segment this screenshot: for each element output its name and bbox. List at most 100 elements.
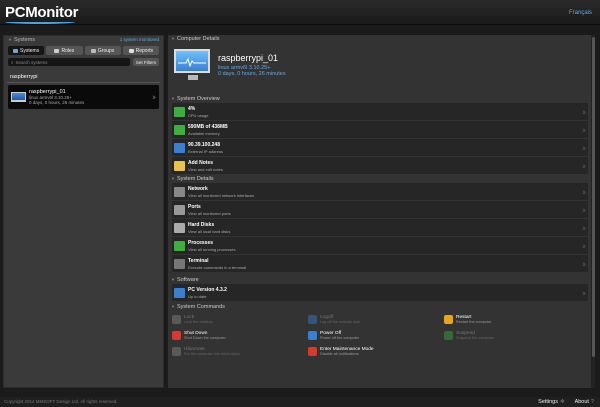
- command-restart[interactable]: Restart Restart the computer: [444, 313, 580, 325]
- scrollbar[interactable]: [591, 35, 595, 388]
- list-item[interactable]: 590MB of 438MB Available memory ›››: [172, 121, 588, 138]
- chevron-right-icon: ›››: [582, 143, 586, 152]
- row-title: 590MB of 438MB: [188, 123, 228, 130]
- command-maintenance[interactable]: Enter Maintenance Mode Disable all notifi…: [308, 345, 444, 357]
- row-subtitle: View and edit notes: [188, 166, 223, 172]
- system-details-title: ▼ System Details: [171, 176, 214, 182]
- monitor-icon: [13, 48, 19, 53]
- search-icon: ⌕: [11, 59, 14, 65]
- software-icon: [174, 287, 185, 298]
- command-subtitle: Disable all notifications: [320, 351, 359, 356]
- system-overview-title: ▼ System Overview: [171, 96, 220, 102]
- divider: [7, 82, 160, 83]
- chevron-right-icon: ›››: [582, 241, 586, 250]
- computer-name: raspberrypi_01: [218, 53, 279, 63]
- monitor-icon: [174, 49, 210, 80]
- ports-icon: [174, 204, 185, 215]
- list-item[interactable]: 90.39.100.248 External IP address ›››: [172, 139, 588, 156]
- computer-details-title: ▼ Computer Details: [171, 36, 220, 42]
- suspend-icon: [444, 330, 453, 340]
- systems-count: 1 system monitored: [119, 37, 159, 42]
- about-link[interactable]: About?: [575, 399, 594, 405]
- list-item[interactable]: Hard Disks View all local hard disks ›››: [172, 219, 588, 236]
- row-subtitle: Execute commands in a terminal: [188, 264, 247, 270]
- memory-icon: [174, 124, 185, 135]
- chevron-right-icon: ›››: [582, 223, 586, 232]
- systems-section-title: ▼ Systems 1 system monitored: [8, 37, 159, 43]
- row-title: Terminal: [188, 257, 209, 264]
- command-power-off[interactable]: Power Off Power off the computer: [308, 329, 444, 341]
- row-subtitle: Available memory: [188, 130, 220, 136]
- systems-tabs: Systems Roles Groups Reports: [8, 46, 159, 55]
- chevron-right-icon: ›››: [582, 107, 586, 116]
- command-subtitle: Power off the computer: [320, 335, 360, 340]
- command-subtitle: Shut Down the computer: [184, 335, 226, 340]
- row-title: 90.39.100.248: [188, 141, 220, 148]
- row-title: Processes: [188, 239, 214, 246]
- network-icon: [174, 186, 185, 197]
- list-item[interactable]: Terminal Execute commands in a terminal ››…: [172, 255, 588, 272]
- software-title: ▼ Software: [171, 277, 199, 283]
- command-suspend: Suspend Suspend the computer: [444, 329, 580, 341]
- command-hibernate: Hibernate Put the computer into hibernati…: [172, 345, 308, 357]
- language-link[interactable]: Français: [569, 10, 592, 16]
- chevron-right-icon: ›››: [582, 125, 586, 134]
- command-subtitle: Lock the desktop: [184, 319, 213, 324]
- row-title: Hard Disks: [188, 221, 215, 228]
- list-item[interactable]: Network View all monitored network interf…: [172, 183, 588, 200]
- row-title: Network: [188, 185, 208, 192]
- disk-icon: [174, 222, 185, 233]
- list-item[interactable]: Ports View all monitored ports ›››: [172, 201, 588, 218]
- tab-groups[interactable]: Groups: [84, 46, 121, 55]
- settings-link[interactable]: Settings ✲: [538, 399, 564, 405]
- row-title: 4%: [188, 105, 196, 112]
- list-item[interactable]: Processes View all running processes ›››: [172, 237, 588, 254]
- maintenance-icon: [308, 346, 317, 356]
- command-subtitle: Restart the computer: [456, 319, 492, 324]
- app-logo: PCMonitor: [5, 4, 78, 24]
- command-lock: Lock Lock the desktop: [172, 313, 308, 325]
- pencil-icon: [54, 48, 60, 53]
- logoff-icon: [308, 314, 317, 324]
- help-icon: ?: [590, 398, 594, 405]
- computer-uptime: 0 days, 0 hours, 26 minutes: [218, 71, 286, 77]
- chevron-right-icon: ›››: [152, 92, 156, 102]
- command-shutdown[interactable]: Shut Down Shut Down the computer: [172, 329, 308, 341]
- command-logoff: Logoff Log off the console user: [308, 313, 444, 325]
- document-icon: [128, 48, 134, 53]
- group-name: raspberrypi: [10, 74, 38, 80]
- row-subtitle: View all monitored ports: [188, 210, 231, 216]
- set-filters-button[interactable]: Set Filters: [133, 58, 159, 66]
- row-title: Add Notes: [188, 159, 213, 166]
- list-item[interactable]: Add Notes View and edit notes ›››: [172, 157, 588, 174]
- chevron-right-icon: ›››: [582, 187, 586, 196]
- tab-reports[interactable]: Reports: [122, 46, 159, 55]
- command-subtitle: Suspend the computer: [456, 335, 495, 340]
- chevron-right-icon: ›››: [582, 161, 586, 170]
- command-subtitle: Log off the console user: [320, 319, 361, 324]
- chevron-right-icon: ›››: [582, 259, 586, 268]
- hibernate-icon: [172, 346, 181, 356]
- tab-systems[interactable]: Systems: [8, 46, 45, 55]
- list-item[interactable]: 4% CPU usage ›››: [172, 103, 588, 120]
- systems-panel: ▼ Systems 1 system monitored Systems Role…: [3, 35, 164, 388]
- group-icon: [90, 48, 96, 53]
- row-title: Ports: [188, 203, 201, 210]
- row-subtitle: External IP address: [188, 148, 223, 154]
- command-subtitle: Put the computer into hibernation: [184, 351, 240, 356]
- system-uptime: 0 days, 0 hours, 26 minutes: [29, 99, 85, 105]
- tab-roles[interactable]: Roles: [46, 46, 83, 55]
- power-off-icon: [308, 330, 317, 340]
- chevron-right-icon: ›››: [582, 205, 586, 214]
- restart-icon: [444, 314, 453, 324]
- footer: Copyright 2014 MMSOFT Design Ltd. All ri…: [0, 397, 600, 407]
- shutdown-icon: [172, 330, 181, 340]
- chevron-right-icon: ›››: [582, 288, 586, 297]
- computer-header: raspberrypi_01 linux armv6l 3.10.25+ 0 d…: [168, 43, 595, 95]
- search-input[interactable]: ⌕ Search systems: [8, 58, 130, 66]
- row-subtitle: View all monitored network interfaces: [188, 192, 255, 198]
- row-subtitle: CPU usage: [188, 112, 209, 118]
- system-list-item[interactable]: raspberrypi_01 linux armv6l 3.10.25+ 0 d…: [8, 85, 159, 109]
- app-header: PCMonitor Français: [0, 0, 600, 25]
- software-row[interactable]: PC Version 4.3.2 Up to date ›››: [172, 284, 588, 301]
